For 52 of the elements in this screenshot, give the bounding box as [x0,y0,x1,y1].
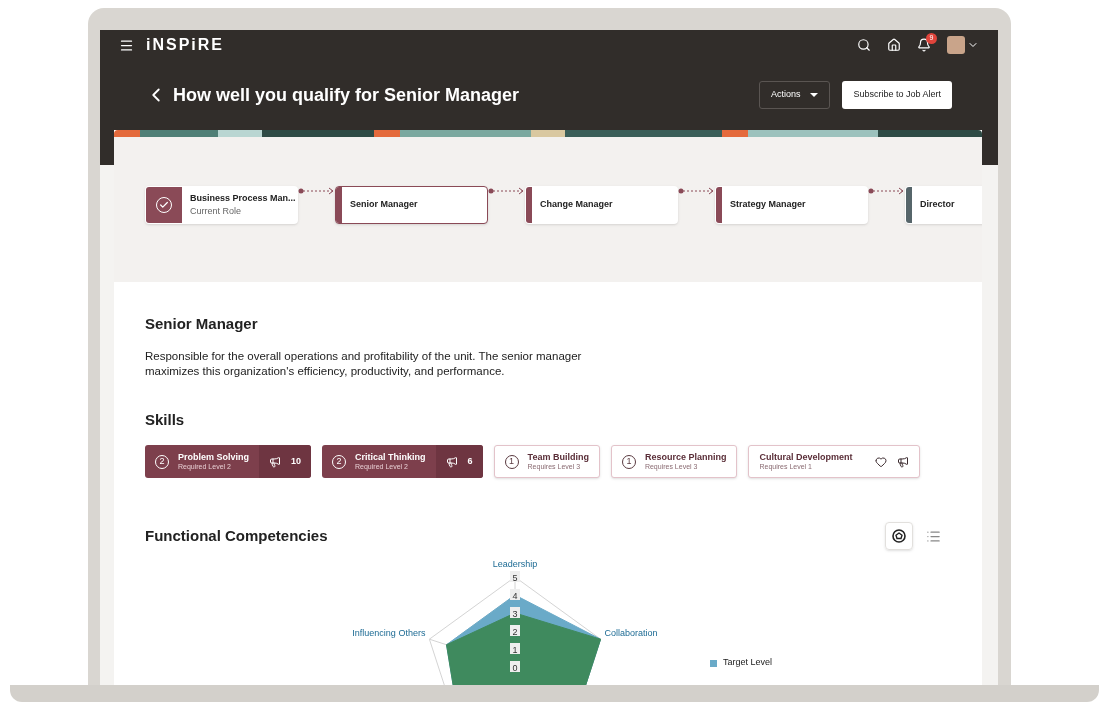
subscribe-button[interactable]: Subscribe to Job Alert [842,81,952,109]
role-title: Director [920,198,955,212]
skill-name: Critical Thinking [355,453,426,463]
career-step[interactable]: Business Process Man... Current Role [145,186,298,224]
caret-icon [810,93,819,97]
tick-label: 5 [510,571,520,583]
tick-label: 3 [510,607,520,619]
role-title: Senior Manager [350,198,418,212]
role-title: Strategy Manager [730,198,806,212]
list-icon [925,528,941,544]
career-step[interactable]: Director [905,186,982,224]
role-subtitle: Current Role [190,205,243,218]
legend-label: Target Level [723,656,773,670]
competencies-heading: Functional Competencies [145,525,328,546]
axis-label: Leadership [492,559,538,569]
search-icon[interactable] [857,38,871,52]
tick-label: 0 [510,661,520,673]
page-title: How well you qualify for Senior Manager [173,83,520,107]
skill-name: Team Building [527,453,589,463]
role-title: Change Manager [540,198,613,212]
role-description: Responsible for the overall operations and profitability of the unit. The senior manager maximizes this organization's efficiency, productivity, and performance. [145,348,583,379]
career-step[interactable]: Strategy Manager [715,186,868,224]
radar-view-button[interactable] [885,522,913,550]
megaphone-icon[interactable] [445,455,458,468]
role-heading: Senior Manager [145,314,259,334]
actions-button[interactable]: Actions [758,81,831,109]
target-icon [892,529,906,543]
axis-label: Influencing Others [352,628,426,639]
connector-arrow [488,186,525,196]
menu-icon[interactable] [119,37,134,53]
megaphone-icon[interactable] [897,455,910,468]
tick-label: 2 [510,625,520,637]
home-icon[interactable] [887,38,901,52]
tick-label: 1 [510,643,520,655]
endorsement-count: 6 [467,454,473,468]
career-step[interactable]: Senior Manager [335,186,488,224]
app-logo[interactable]: iNSPiRE [146,33,224,57]
career-step[interactable]: Change Manager [525,186,678,224]
heart-icon[interactable] [875,455,888,468]
connector-arrow [868,186,905,196]
tick-label: 4 [510,589,520,601]
axis-label: Collaboration [604,628,658,639]
skill-name: Resource Planning [644,453,727,463]
role-title: Business Process Man... [190,191,296,205]
megaphone-icon[interactable] [269,455,281,468]
endorsement-count: 10 [291,454,302,468]
skills-heading: Skills [145,409,186,430]
skill-name: Cultural Development [759,453,853,463]
connector-arrow [298,186,335,196]
skill-name: Problem Solving [178,453,249,463]
connector-arrow [678,186,715,196]
bell-icon[interactable] [917,38,931,52]
